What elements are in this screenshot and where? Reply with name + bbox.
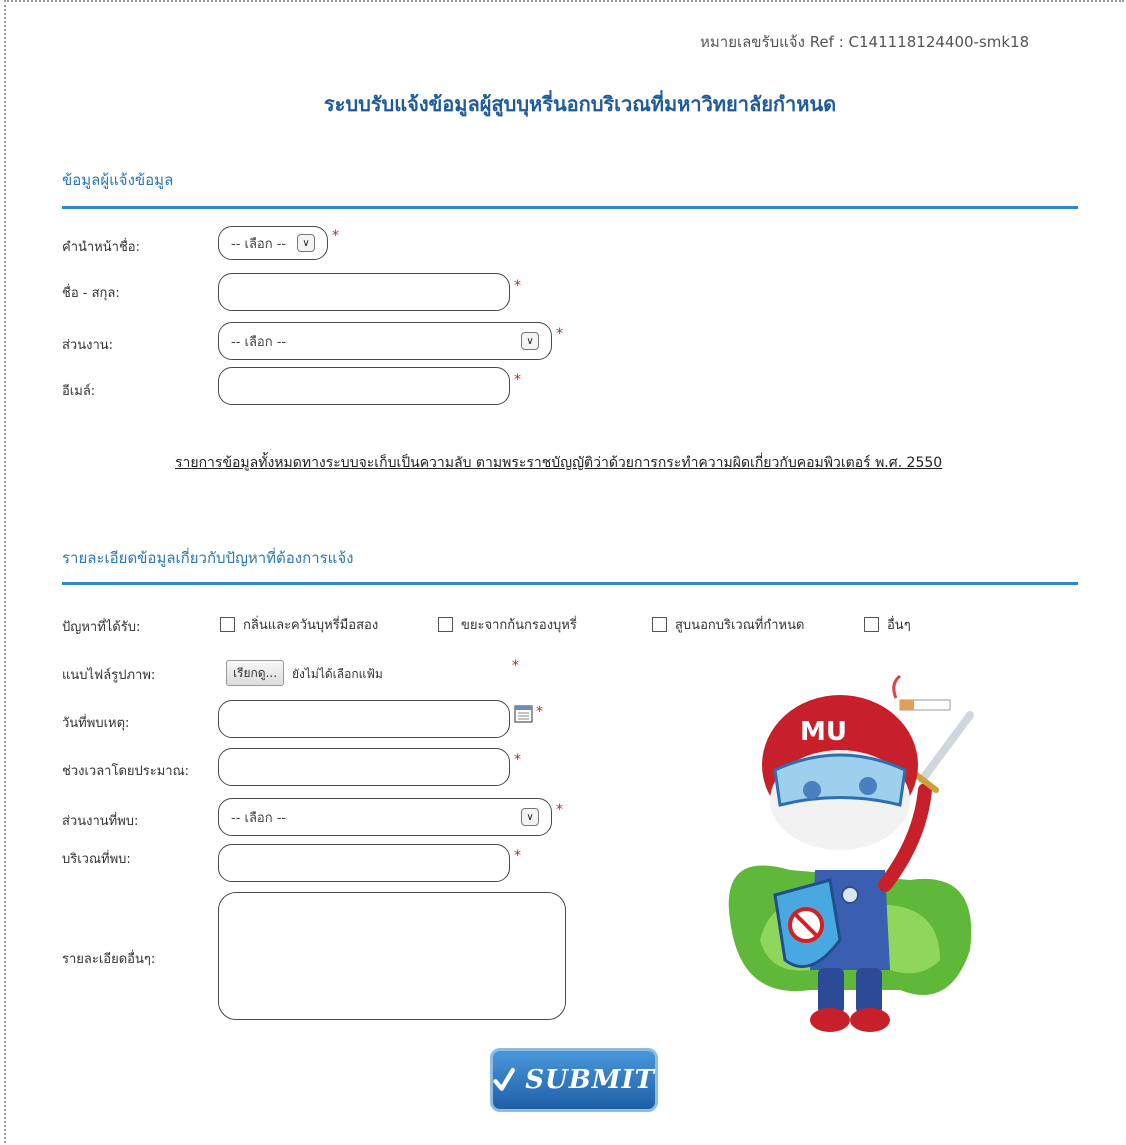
- checkbox[interactable]: [652, 617, 667, 632]
- problem-label: ปัญหาที่ได้รับ:: [62, 620, 141, 635]
- checkbox[interactable]: [864, 617, 879, 632]
- required-mark: *: [514, 848, 521, 864]
- name-label: ชื่อ - สกุล:: [62, 286, 120, 301]
- check-icon: [493, 1067, 515, 1091]
- reference-number: หมายเลขรับแจ้ง Ref : C141118124400-smk18: [700, 33, 1030, 51]
- title-select-value: -- เลือก --: [231, 236, 287, 252]
- email-input[interactable]: [218, 367, 510, 405]
- browse-button[interactable]: เรียกดู...: [226, 660, 284, 686]
- section-divider: [62, 206, 1078, 209]
- calendar-icon[interactable]: [514, 704, 534, 724]
- location-label: บริเวณที่พบ:: [62, 852, 131, 867]
- mascot-illustration: MU: [728, 674, 974, 1032]
- date-input[interactable]: [218, 700, 510, 738]
- required-mark: *: [512, 658, 519, 674]
- chevron-down-icon: ∨: [521, 808, 539, 826]
- department-select[interactable]: -- เลือก -- ∨: [218, 322, 552, 360]
- name-input[interactable]: [218, 273, 510, 311]
- problem-option-outside-zone[interactable]: สูบนอกบริเวณที่กำหนด: [652, 614, 804, 635]
- checkbox[interactable]: [220, 617, 235, 632]
- no-file-text: ยังไม่ได้เลือกแฟ้ม: [292, 667, 383, 681]
- required-mark: *: [514, 752, 521, 768]
- page-title: ระบบรับแจ้งข้อมูลผู้สูบบุหรี่นอกบริเวณที…: [323, 92, 837, 116]
- time-input[interactable]: [218, 748, 510, 786]
- required-mark: *: [556, 802, 563, 818]
- email-label: อีเมล์:: [62, 384, 96, 399]
- problem-option-label: สูบนอกบริเวณที่กำหนด: [675, 618, 805, 633]
- title-select[interactable]: -- เลือก -- ∨: [218, 226, 328, 260]
- problem-option-cigarette-litter[interactable]: ขยะจากก้นกรองบุหรี่: [438, 614, 577, 635]
- problem-option-other[interactable]: อื่นๆ: [864, 614, 911, 635]
- submit-label: SUBMIT: [525, 1065, 655, 1095]
- location-input[interactable]: [218, 844, 510, 882]
- found-department-label: ส่วนงานที่พบ:: [62, 814, 139, 829]
- required-mark: *: [514, 372, 521, 388]
- found-department-select[interactable]: -- เลือก -- ∨: [218, 798, 552, 836]
- details-textarea[interactable]: [218, 892, 566, 1020]
- department-label: ส่วนงาน:: [62, 338, 114, 353]
- section-divider: [62, 582, 1078, 585]
- time-label: ช่วงเวลาโดยประมาณ:: [62, 764, 190, 779]
- reporter-section-heading: ข้อมูลผู้แจ้งข้อมูล: [62, 171, 174, 189]
- department-select-value: -- เลือก --: [231, 334, 287, 350]
- required-mark: *: [332, 228, 339, 244]
- chevron-down-icon: ∨: [521, 332, 539, 350]
- date-label: วันที่พบเหตุ:: [62, 716, 130, 731]
- problem-section-heading: รายละเอียดข้อมูลเกี่ยวกับปัญหาที่ต้องการ…: [62, 549, 354, 567]
- required-mark: *: [514, 278, 521, 294]
- chevron-down-icon: ∨: [297, 234, 315, 252]
- helmet-text: MU: [800, 717, 847, 747]
- photo-label: แนบไฟล์รูปภาพ:: [62, 668, 156, 683]
- submit-button[interactable]: SUBMIT: [490, 1048, 658, 1112]
- problem-option-label: กลิ่นและควันบุหรี่มือสอง: [243, 618, 379, 633]
- problem-option-label: ขยะจากก้นกรองบุหรี่: [461, 618, 577, 633]
- problem-option-secondhand-smoke[interactable]: กลิ่นและควันบุหรี่มือสอง: [220, 614, 378, 635]
- details-label: รายละเอียดอื่นๆ:: [62, 952, 156, 967]
- privacy-disclaimer: รายการข้อมูลทั้งหมดทางระบบจะเก็บเป็นความ…: [175, 455, 943, 471]
- found-department-select-value: -- เลือก --: [231, 810, 287, 826]
- problem-option-label: อื่นๆ: [887, 618, 911, 633]
- required-mark: *: [536, 704, 543, 720]
- required-mark: *: [556, 326, 563, 342]
- title-label: คำนำหน้าชื่อ:: [62, 240, 140, 255]
- checkbox[interactable]: [438, 617, 453, 632]
